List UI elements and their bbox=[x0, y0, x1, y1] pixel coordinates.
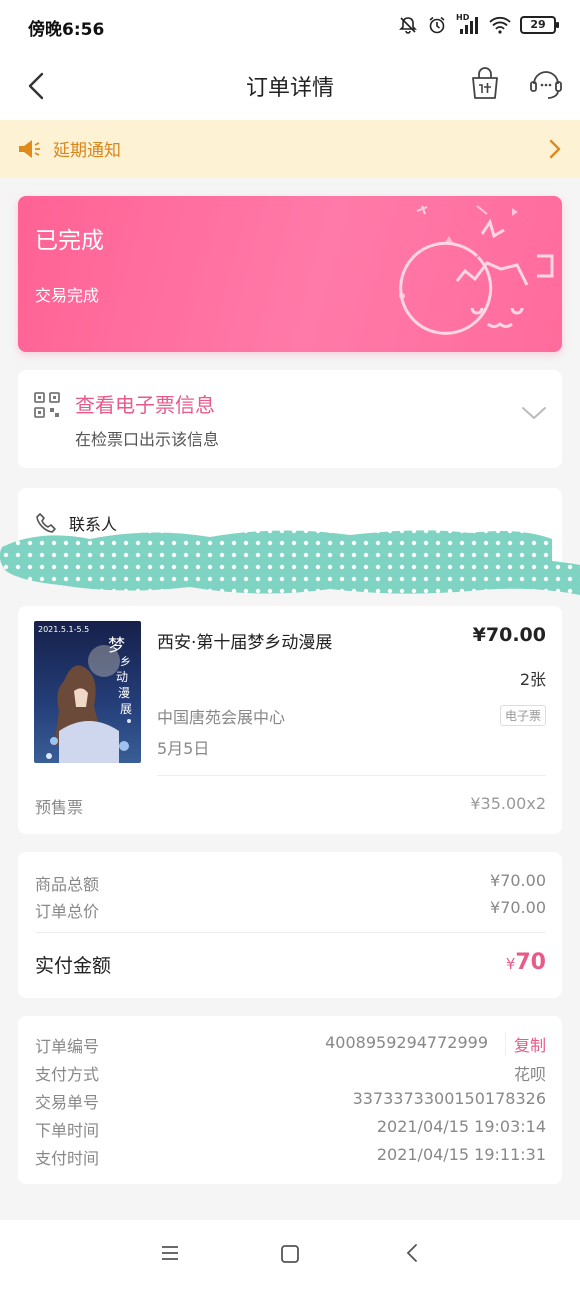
notice-text: 延期通知 bbox=[53, 141, 121, 161]
chevron-down-icon[interactable] bbox=[520, 404, 548, 422]
status-icons: HD 29 bbox=[398, 13, 559, 36]
goods-total-value: ¥70.00 bbox=[490, 871, 546, 890]
megaphone-icon bbox=[19, 140, 40, 158]
summary-row-order: 订单总价 ¥70.00 bbox=[35, 898, 546, 921]
nav-bar: 订单详情 bbox=[0, 52, 580, 120]
order-no-value: 4008959294772999 bbox=[325, 1033, 488, 1052]
poster-title-char: 漫 bbox=[118, 686, 130, 700]
ticket-item-card: 2021.5.1-5.5 梦 乡 动 漫 展 西安·第十届梦乡动漫展 ¥70.0… bbox=[18, 606, 562, 834]
battery-icon: 29 bbox=[520, 16, 559, 34]
wifi-icon bbox=[489, 16, 511, 34]
redaction-scribble bbox=[0, 530, 580, 595]
divider bbox=[35, 932, 546, 933]
ticket-type: 预售票 bbox=[35, 798, 84, 817]
order-no-label: 订单编号 bbox=[35, 1037, 100, 1056]
poster-date: 2021.5.1-5.5 bbox=[38, 625, 89, 634]
eticket-tag: 电子票 bbox=[499, 705, 546, 726]
network-label: HD bbox=[456, 13, 470, 22]
pay-time-value: 2021/04/15 19:11:31 bbox=[376, 1145, 546, 1164]
item-price: ¥70.00 bbox=[472, 624, 546, 646]
qr-code-icon bbox=[34, 392, 60, 418]
mute-icon bbox=[399, 17, 417, 34]
detail-row-order-no: 订单编号 4008959294772999 bbox=[35, 1033, 546, 1056]
poster-title-char: 梦 bbox=[108, 636, 125, 656]
shopping-bag-icon[interactable] bbox=[468, 66, 502, 102]
order-total-value: ¥70.00 bbox=[490, 898, 546, 917]
home-icon[interactable] bbox=[280, 1244, 300, 1264]
signal-icon: HD bbox=[456, 13, 480, 35]
order-details-card: 订单编号 4008959294772999 复制 支付方式 花呗 交易单号 33… bbox=[18, 1016, 562, 1184]
event-poster[interactable]: 2021.5.1-5.5 梦 乡 动 漫 展 bbox=[34, 621, 141, 763]
system-nav-bar bbox=[0, 1220, 580, 1289]
chevron-right-icon bbox=[549, 139, 561, 159]
summary-row-goods: 商品总额 ¥70.00 bbox=[35, 871, 546, 894]
goods-total-label: 商品总额 bbox=[35, 875, 100, 894]
order-time-value: 2021/04/15 19:03:14 bbox=[376, 1117, 546, 1136]
order-total-label: 订单总价 bbox=[35, 902, 100, 921]
detail-row-trade-no: 交易单号 3373373300150178326 bbox=[35, 1089, 546, 1112]
paid-currency: ¥ bbox=[505, 955, 516, 973]
pay-method-label: 支付方式 bbox=[35, 1065, 100, 1084]
divider bbox=[157, 775, 546, 776]
delay-notice-bar[interactable]: 延期通知 bbox=[0, 120, 580, 178]
divider bbox=[505, 1033, 506, 1055]
eticket-subtitle: 在检票口出示该信息 bbox=[75, 430, 220, 449]
poster-title-char: 展 bbox=[120, 702, 132, 716]
paid-amount-label: 实付金额 bbox=[35, 955, 112, 977]
order-status-card: 已完成 交易完成 bbox=[18, 196, 562, 352]
event-title[interactable]: 西安·第十届梦乡动漫展 bbox=[157, 628, 332, 653]
status-bar: 傍晚6:56 HD 29 bbox=[0, 0, 580, 52]
order-status-title: 已完成 bbox=[35, 228, 104, 254]
trade-no-label: 交易单号 bbox=[35, 1093, 100, 1112]
item-quantity: 2张 bbox=[519, 670, 546, 689]
pay-method-value: 花呗 bbox=[513, 1065, 546, 1084]
customer-service-icon[interactable] bbox=[528, 66, 564, 102]
poster-title-char: 动 bbox=[116, 670, 128, 684]
back-nav-icon[interactable] bbox=[404, 1242, 420, 1264]
copy-button[interactable]: 复制 bbox=[514, 1032, 546, 1056]
eticket-card[interactable]: 查看电子票信息 在检票口出示该信息 bbox=[18, 370, 562, 468]
detail-row-pay-method: 支付方式 花呗 bbox=[35, 1061, 546, 1084]
paid-amount-value: 70 bbox=[515, 950, 546, 975]
status-time: 傍晚6:56 bbox=[28, 20, 105, 40]
order-time-label: 下单时间 bbox=[35, 1121, 100, 1140]
price-summary-card: 商品总额 ¥70.00 订单总价 ¥70.00 实付金额 ¥70 bbox=[18, 852, 562, 998]
paid-amount: ¥70 bbox=[506, 950, 546, 975]
poster-title-char: 乡 bbox=[120, 655, 131, 668]
trade-no-value: 3373373300150178326 bbox=[352, 1089, 546, 1108]
event-venue: 中国唐苑会展中心 bbox=[157, 708, 286, 727]
unit-price: ¥35.00x2 bbox=[470, 794, 546, 813]
pay-time-label: 支付时间 bbox=[35, 1149, 100, 1168]
detail-row-order-time: 下单时间 2021/04/15 19:03:14 bbox=[35, 1117, 546, 1140]
mascot-illustration bbox=[399, 205, 554, 335]
order-status-subtitle: 交易完成 bbox=[35, 286, 100, 305]
menu-icon[interactable] bbox=[160, 1244, 180, 1262]
eticket-title: 查看电子票信息 bbox=[75, 393, 215, 417]
detail-row-pay-time: 支付时间 2021/04/15 19:11:31 bbox=[35, 1145, 546, 1168]
event-date: 5月5日 bbox=[157, 739, 210, 758]
alarm-icon bbox=[429, 16, 445, 34]
